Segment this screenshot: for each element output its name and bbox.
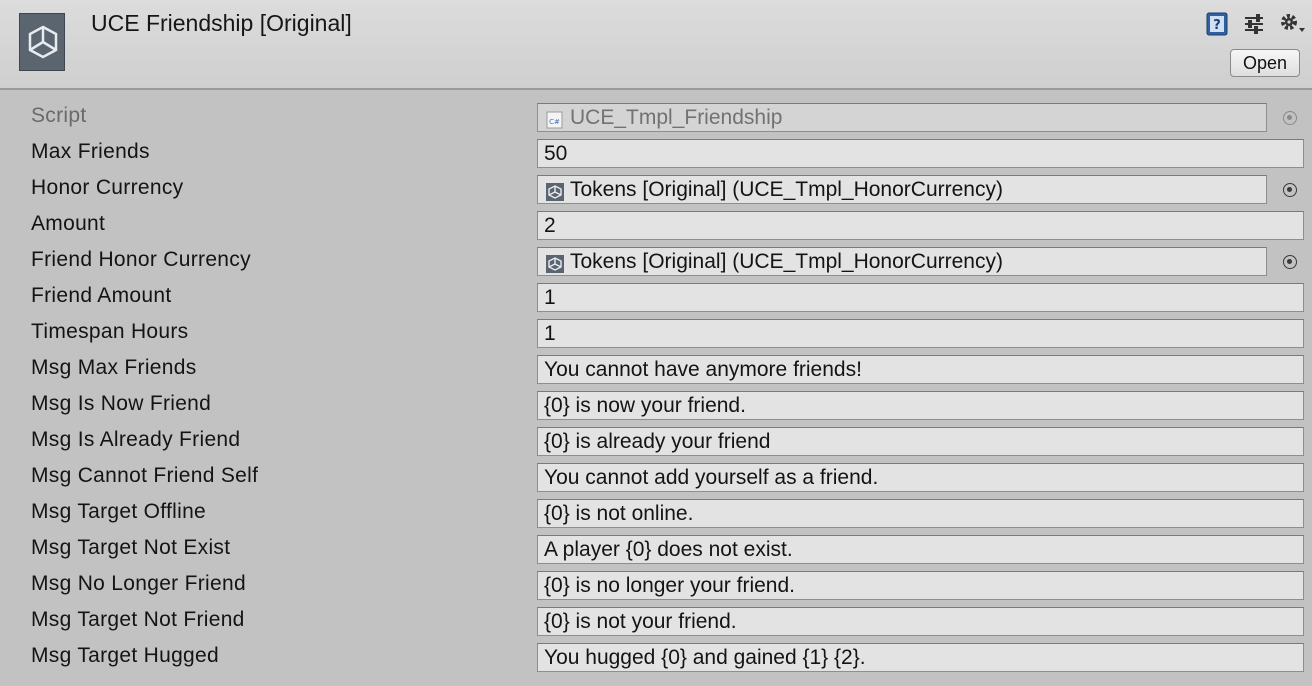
property-label-friend-honor-currency: Friend Honor Currency [31, 248, 251, 271]
text-field-msg-target-not-friend[interactable]: {0} is not your friend. [537, 607, 1304, 636]
object-field-friend-honor-currency[interactable]: Tokens [Original] (UCE_Tmpl_HonorCurrenc… [537, 247, 1267, 276]
property-label-honor-currency: Honor Currency [31, 176, 184, 199]
property-label-script: Script [31, 104, 87, 127]
property-label-friend-amount: Friend Amount [31, 284, 172, 307]
property-label-amount: Amount [31, 212, 106, 235]
property-row-script: Script C# UCE_Tmpl_Friendship [0, 100, 1312, 134]
property-row-amount: Amount 2 [0, 208, 1312, 242]
property-row-msg-cannot-friend-self: Msg Cannot Friend Self You cannot add you… [0, 460, 1312, 494]
property-label-msg-target-not-friend: Msg Target Not Friend [31, 608, 245, 631]
field-value: A player {0} does not exist. [544, 538, 793, 561]
page-title: UCE Friendship [Original] [91, 10, 352, 36]
field-value: You hugged {0} and gained {1} {2}. [544, 646, 866, 669]
property-row-msg-target-offline: Msg Target Offline {0} is not online. [0, 496, 1312, 530]
svg-text:?: ? [1213, 18, 1221, 33]
property-label-msg-no-longer-friend: Msg No Longer Friend [31, 572, 246, 595]
property-row-max-friends: Max Friends 50 [0, 136, 1312, 170]
object-picker-icon [1283, 111, 1297, 125]
property-row-msg-is-already-friend: Msg Is Already Friend {0} is already your… [0, 424, 1312, 458]
text-field-msg-cannot-friend-self[interactable]: You cannot add yourself as a friend. [537, 463, 1304, 492]
property-row-friend-amount: Friend Amount 1 [0, 280, 1312, 314]
field-value: Tokens [Original] (UCE_Tmpl_HonorCurrenc… [570, 250, 1003, 273]
property-row-timespan-hours: Timespan Hours 1 [0, 316, 1312, 350]
property-label-msg-target-offline: Msg Target Offline [31, 500, 207, 523]
text-field-msg-max-friends[interactable]: You cannot have anymore friends! [537, 355, 1304, 384]
csharp-script-icon: C# [546, 109, 564, 129]
property-row-msg-max-friends: Msg Max Friends You cannot have anymore f… [0, 352, 1312, 386]
property-label-timespan-hours: Timespan Hours [31, 320, 189, 343]
field-value: Tokens [Original] (UCE_Tmpl_HonorCurrenc… [570, 178, 1003, 201]
help-book-icon[interactable]: ? [1205, 12, 1229, 36]
field-value: 50 [544, 142, 568, 165]
unity-logo-icon [19, 13, 65, 71]
text-field-amount[interactable]: 2 [537, 211, 1304, 240]
field-value: {0} is no longer your friend. [544, 574, 795, 597]
property-label-msg-is-now-friend: Msg Is Now Friend [31, 392, 212, 415]
property-label-msg-max-friends: Msg Max Friends [31, 356, 197, 379]
property-label-msg-is-already-friend: Msg Is Already Friend [31, 428, 241, 451]
text-field-msg-target-hugged[interactable]: You hugged {0} and gained {1} {2}. [537, 643, 1304, 672]
object-picker-icon[interactable] [1283, 255, 1297, 269]
preset-sliders-icon[interactable] [1242, 12, 1266, 36]
text-field-msg-is-now-friend[interactable]: {0} is now your friend. [537, 391, 1304, 420]
field-value: {0} is already your friend [544, 430, 771, 453]
text-field-msg-is-already-friend[interactable]: {0} is already your friend [537, 427, 1304, 456]
property-row-msg-no-longer-friend: Msg No Longer Friend {0} is no longer you… [0, 568, 1312, 602]
property-row-honor-currency: Honor Currency Tokens [Original] (UCE_Tmp… [0, 172, 1312, 206]
field-value: {0} is now your friend. [544, 394, 746, 417]
property-label-max-friends: Max Friends [31, 140, 150, 163]
open-button[interactable]: Open [1230, 49, 1300, 77]
object-field-honor-currency[interactable]: Tokens [Original] (UCE_Tmpl_HonorCurrenc… [537, 175, 1267, 204]
text-field-timespan-hours[interactable]: 1 [537, 319, 1304, 348]
gear-dropdown-icon[interactable] [1279, 12, 1307, 36]
unity-asset-icon [546, 181, 564, 201]
property-row-friend-honor-currency: Friend Honor Currency Tokens [Original] (… [0, 244, 1312, 278]
object-field-script: C# UCE_Tmpl_Friendship [537, 103, 1267, 132]
field-value: {0} is not online. [544, 502, 694, 525]
property-row-msg-is-now-friend: Msg Is Now Friend {0} is now your friend. [0, 388, 1312, 422]
field-value: {0} is not your friend. [544, 610, 737, 633]
property-label-msg-target-hugged: Msg Target Hugged [31, 644, 219, 667]
svg-text:C#: C# [549, 118, 560, 126]
property-label-msg-target-not-exist: Msg Target Not Exist [31, 536, 231, 559]
object-picker-icon[interactable] [1283, 183, 1297, 197]
property-label-msg-cannot-friend-self: Msg Cannot Friend Self [31, 464, 259, 487]
property-row-msg-target-hugged: Msg Target Hugged You hugged {0} and gain… [0, 640, 1312, 674]
text-field-msg-target-offline[interactable]: {0} is not online. [537, 499, 1304, 528]
unity-asset-icon [546, 253, 564, 273]
field-value: You cannot have anymore friends! [544, 358, 862, 381]
property-row-msg-target-not-friend: Msg Target Not Friend {0} is not your fri… [0, 604, 1312, 638]
field-value: 1 [544, 286, 556, 309]
text-field-max-friends[interactable]: 50 [537, 139, 1304, 168]
text-field-msg-target-not-exist[interactable]: A player {0} does not exist. [537, 535, 1304, 564]
inspector-header: UCE Friendship [Original] ? Open [0, 0, 1312, 90]
field-value: You cannot add yourself as a friend. [544, 466, 879, 489]
text-field-friend-amount[interactable]: 1 [537, 283, 1304, 312]
field-value: 2 [544, 214, 556, 237]
property-row-msg-target-not-exist: Msg Target Not Exist A player {0} does no… [0, 532, 1312, 566]
field-value: UCE_Tmpl_Friendship [570, 106, 783, 129]
field-value: 1 [544, 322, 556, 345]
text-field-msg-no-longer-friend[interactable]: {0} is no longer your friend. [537, 571, 1304, 600]
